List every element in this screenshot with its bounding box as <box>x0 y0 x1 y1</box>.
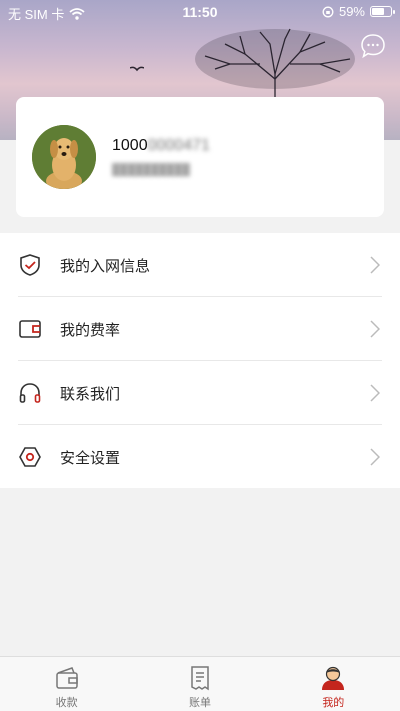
chevron-right-icon <box>370 448 380 466</box>
menu-item-label: 安全设置 <box>60 450 121 467</box>
chevron-right-icon <box>370 320 380 338</box>
status-bar: 无 SIM 卡 11:50 59% <box>0 0 400 24</box>
menu-item-security[interactable]: 安全设置 <box>0 425 400 489</box>
chevron-right-icon <box>370 384 380 402</box>
avatar[interactable] <box>32 125 96 189</box>
profile-card[interactable]: 10000000471 ██████████ <box>16 97 384 217</box>
phone-visible: 1000 <box>112 137 148 154</box>
chat-bubble-icon[interactable] <box>360 33 386 59</box>
wallet-icon <box>19 320 41 338</box>
phone-number: 10000000471 <box>112 137 210 155</box>
tab-label: 账单 <box>188 697 211 709</box>
menu-item-label: 我的入网信息 <box>60 258 151 275</box>
headphones-icon <box>19 383 41 403</box>
bill-icon <box>191 666 209 691</box>
chevron-right-icon <box>370 256 380 274</box>
menu-item-rate[interactable]: 我的费率 <box>0 297 400 361</box>
hex-settings-icon <box>19 447 41 467</box>
bird-decoration <box>130 66 144 72</box>
tab-mine[interactable]: 我的 <box>267 657 400 711</box>
tab-receive[interactable]: 收款 <box>0 657 133 711</box>
battery-percent: 59% <box>338 4 365 19</box>
menu-item-label: 我的费率 <box>60 322 121 339</box>
tab-label: 收款 <box>55 697 78 709</box>
status-right: 59% <box>322 4 395 19</box>
menu-item-contact[interactable]: 联系我们 <box>0 361 400 425</box>
battery-icon <box>370 6 395 17</box>
phone-masked: 0000471 <box>147 137 210 154</box>
tab-bill[interactable]: 账单 <box>133 657 266 711</box>
orientation-lock-icon <box>322 6 334 17</box>
tab-label: 我的 <box>322 697 345 709</box>
profile-subtitle: ██████████ <box>112 164 190 176</box>
shield-check-icon <box>20 254 40 276</box>
wallet-receive-icon <box>55 667 78 689</box>
dog-avatar-image <box>32 125 96 189</box>
tab-bar: 收款 账单 我的 <box>0 656 400 711</box>
user-icon <box>322 666 345 690</box>
settings-menu: 我的入网信息 我的费率 联系我们 安全设置 <box>0 233 400 488</box>
tree-decoration <box>190 28 360 104</box>
menu-item-network-info[interactable]: 我的入网信息 <box>0 233 400 297</box>
menu-item-label: 联系我们 <box>60 386 121 403</box>
